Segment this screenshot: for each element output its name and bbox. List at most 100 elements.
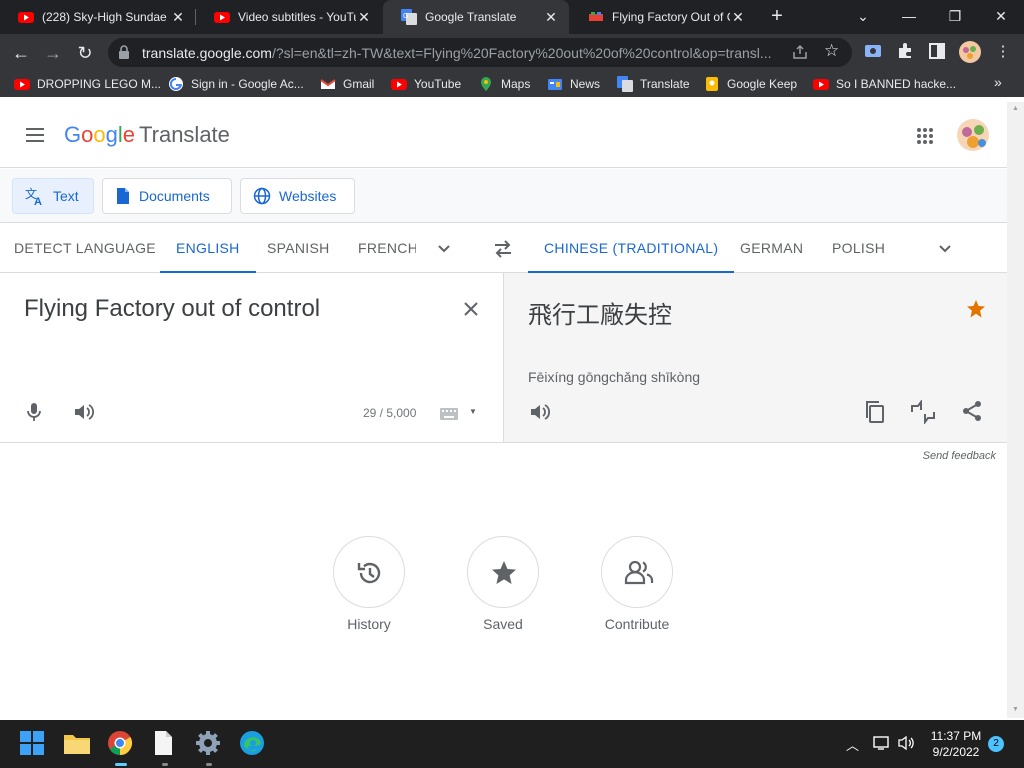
saved-button[interactable]: Saved bbox=[453, 536, 553, 632]
tab-search-icon[interactable]: ⌄ bbox=[840, 0, 886, 34]
clock-date: 9/2/2022 bbox=[932, 745, 980, 759]
profile-avatar-icon[interactable] bbox=[958, 40, 981, 63]
clock-time: 11:37 PM bbox=[930, 729, 982, 743]
google-apps-icon[interactable] bbox=[915, 126, 935, 146]
side-panel-icon[interactable] bbox=[926, 42, 948, 64]
source-lang-english[interactable]: ENGLISH bbox=[160, 224, 256, 273]
contribute-label: Contribute bbox=[604, 616, 670, 632]
chevron-down-icon[interactable] bbox=[936, 240, 954, 258]
file-explorer-button[interactable] bbox=[63, 730, 91, 758]
browser-tab[interactable]: Video subtitles - YouTu ✕ bbox=[196, 0, 382, 34]
target-lang-chinese-traditional[interactable]: CHINESE (TRADITIONAL) bbox=[528, 224, 735, 273]
close-tab-icon[interactable]: ✕ bbox=[170, 9, 186, 26]
source-panel: Flying Factory out of control 29 / 5,000… bbox=[0, 273, 503, 443]
listen-translation-icon[interactable] bbox=[528, 401, 550, 423]
input-tools-dropdown-icon[interactable]: ▼ bbox=[469, 407, 477, 416]
bookmark-item[interactable]: So I BANNED hacke... bbox=[813, 74, 956, 94]
volume-icon[interactable] bbox=[898, 735, 916, 751]
youtube-icon bbox=[813, 79, 829, 90]
text-mode-button[interactable]: 文A Text bbox=[12, 178, 94, 214]
source-lang-detect[interactable]: DETECT LANGUAGE bbox=[14, 224, 156, 273]
settings-button[interactable] bbox=[195, 730, 223, 766]
show-hidden-icons-chevron-icon[interactable]: ︿ bbox=[846, 735, 859, 754]
share-translation-icon[interactable] bbox=[961, 400, 983, 422]
microphone-icon[interactable] bbox=[26, 401, 42, 423]
maps-icon bbox=[481, 77, 491, 91]
minimize-icon[interactable]: — bbox=[886, 0, 932, 34]
tab-title: Flying Factory Out of C bbox=[612, 10, 730, 24]
rate-translation-icon[interactable] bbox=[910, 400, 936, 424]
bookmark-star-icon[interactable]: ☆ bbox=[824, 41, 839, 61]
start-button[interactable] bbox=[19, 730, 47, 758]
forward-icon[interactable]: → bbox=[40, 40, 66, 66]
browser-tab[interactable]: (228) Sky-High Sundae ✕ bbox=[0, 0, 196, 34]
new-tab-icon[interactable]: + bbox=[766, 5, 788, 27]
browser-tab[interactable]: Flying Factory Out of C ✕ bbox=[570, 0, 756, 34]
bookmark-item[interactable]: DROPPING LEGO M... bbox=[14, 74, 161, 94]
browser-tab-active[interactable]: G Google Translate ✕ bbox=[383, 0, 569, 34]
listen-source-icon[interactable] bbox=[72, 401, 94, 423]
scroll-up-icon[interactable]: ▲ bbox=[1012, 105, 1019, 112]
target-lang-german[interactable]: GERMAN bbox=[740, 224, 803, 273]
youtube-icon bbox=[391, 79, 407, 90]
bookmark-item[interactable]: Sign in - Google Ac... bbox=[168, 74, 304, 94]
reload-icon[interactable]: ↻ bbox=[72, 40, 98, 66]
save-translation-star-icon[interactable] bbox=[966, 299, 986, 319]
close-tab-icon[interactable]: ✕ bbox=[543, 9, 559, 26]
screen-cast-icon[interactable] bbox=[862, 42, 884, 64]
notification-badge[interactable]: 2 bbox=[988, 736, 1004, 752]
bookmark-item[interactable]: Gmail bbox=[320, 74, 374, 94]
source-lang-spanish[interactable]: SPANISH bbox=[267, 224, 330, 273]
gear-icon bbox=[196, 731, 220, 755]
history-button[interactable]: History bbox=[319, 536, 419, 632]
bookmark-label: So I BANNED hacke... bbox=[836, 77, 957, 91]
bookmark-item[interactable]: YouTube bbox=[391, 74, 461, 94]
swap-languages-icon[interactable] bbox=[492, 238, 514, 260]
chevron-down-icon[interactable] bbox=[435, 240, 453, 258]
page-scrollbar[interactable]: ▲ ▼ bbox=[1007, 102, 1024, 718]
svg-text:A: A bbox=[34, 196, 42, 206]
notepad-button[interactable] bbox=[151, 730, 179, 766]
contribute-button[interactable]: Contribute bbox=[587, 536, 687, 632]
google-translate-logo[interactable]: Google Translate bbox=[64, 122, 230, 148]
close-window-icon[interactable]: ✕ bbox=[978, 0, 1024, 34]
bookmark-item[interactable]: News bbox=[547, 74, 600, 94]
edge-icon bbox=[240, 731, 264, 755]
taskbar-clock[interactable]: 11:37 PM 9/2/2022 bbox=[916, 728, 996, 760]
network-icon[interactable] bbox=[873, 735, 891, 751]
community-icon bbox=[624, 560, 654, 585]
extensions-icon[interactable] bbox=[894, 42, 916, 64]
account-avatar[interactable] bbox=[957, 119, 989, 151]
bookmark-label: YouTube bbox=[414, 77, 462, 91]
close-tab-icon[interactable]: ✕ bbox=[730, 9, 746, 26]
logo-letter: G bbox=[64, 122, 82, 147]
close-tab-icon[interactable]: ✕ bbox=[356, 9, 372, 26]
copy-translation-icon[interactable] bbox=[864, 400, 886, 424]
logo-letter: o bbox=[81, 122, 94, 147]
chrome-menu-icon[interactable]: ⋮ bbox=[992, 42, 1014, 64]
keyboard-icon[interactable] bbox=[440, 408, 458, 420]
bookmark-item[interactable]: Maps bbox=[478, 74, 530, 94]
tab-strip: (228) Sky-High Sundae ✕ Video subtitles … bbox=[0, 0, 1024, 34]
bookmark-item[interactable]: Google Keep bbox=[704, 74, 797, 94]
source-lang-french[interactable]: FRENCH bbox=[358, 224, 416, 273]
address-bar[interactable]: translate.google.com/?sl=en&tl=zh-TW&tex… bbox=[108, 38, 852, 67]
youtube-icon bbox=[14, 79, 30, 90]
restore-icon[interactable]: ❐ bbox=[932, 0, 978, 34]
share-page-icon[interactable] bbox=[792, 44, 808, 60]
clear-text-icon[interactable] bbox=[461, 299, 481, 319]
running-app-indicator bbox=[206, 763, 212, 766]
bookmark-item[interactable]: Translate bbox=[617, 74, 690, 94]
websites-mode-button[interactable]: Websites bbox=[240, 178, 355, 214]
scroll-down-icon[interactable]: ▼ bbox=[1012, 706, 1019, 713]
more-bookmarks-icon[interactable]: » bbox=[994, 74, 1002, 90]
send-feedback-link[interactable]: Send feedback bbox=[880, 450, 996, 462]
edge-button[interactable] bbox=[239, 730, 267, 758]
chrome-taskbar-button[interactable] bbox=[107, 730, 135, 766]
documents-mode-button[interactable]: Documents bbox=[102, 178, 232, 214]
product-name: Translate bbox=[139, 122, 230, 147]
main-menu-icon[interactable] bbox=[24, 124, 46, 146]
source-text-input[interactable]: Flying Factory out of control bbox=[24, 295, 320, 323]
back-icon[interactable]: ← bbox=[8, 40, 34, 66]
target-lang-polish[interactable]: POLISH bbox=[832, 224, 885, 273]
